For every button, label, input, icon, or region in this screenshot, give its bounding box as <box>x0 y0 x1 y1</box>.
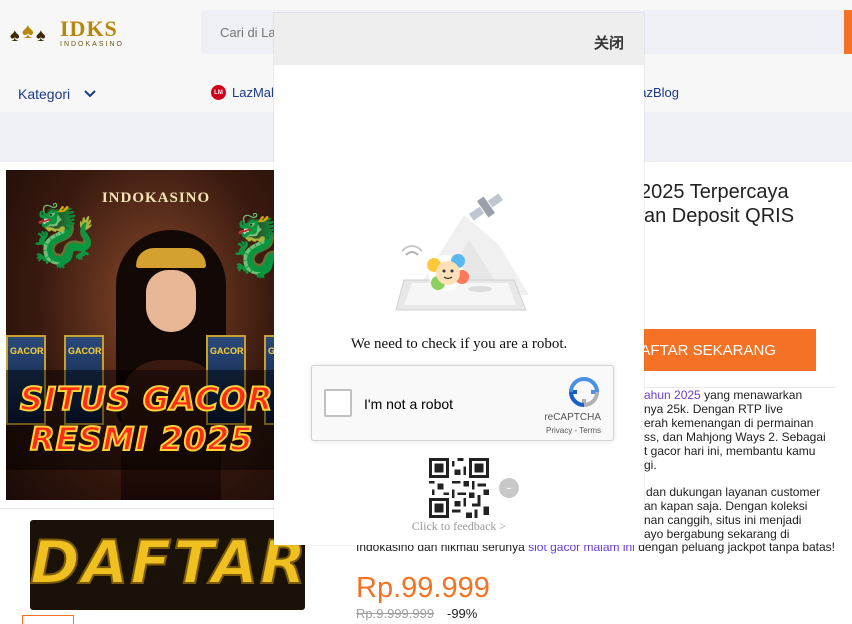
thumbnail-selected[interactable] <box>22 615 74 624</box>
description-line: ahun 2025 yang menawarkan <box>644 388 803 402</box>
slot-label: GACOR <box>68 346 102 356</box>
spade-logo-icon: ♠ ♠ ♠ <box>10 18 46 45</box>
chevron-down-icon <box>84 90 96 98</box>
product-image[interactable]: 🐉 🐉 INDOKASINO GACOR GACOR GACOR GACOR S… <box>6 170 306 500</box>
image-headline-2: RESMI 2025 <box>29 419 254 459</box>
logo-brand: IDKS <box>60 16 118 41</box>
site-logo[interactable]: ♠ ♠ ♠ IDKS INDOKASINO <box>10 16 150 50</box>
description-line: an kapan saja. Dengan koleksi <box>644 499 808 513</box>
nav-link-lazmall-label: LazMall <box>232 85 277 100</box>
original-price: Rp.9.999.999 <box>356 606 435 621</box>
slot-label: GACOR <box>210 346 244 356</box>
description-line: nya 25k. Dengan RTP live <box>644 402 783 416</box>
recaptcha-label: I'm not a robot <box>364 396 454 412</box>
product-title-line-2: an Deposit QRIS <box>644 205 795 227</box>
recaptcha-logo-icon <box>568 377 600 408</box>
description-line: erah kemenangan di permainan <box>644 416 814 430</box>
discount-badge: -99% <box>447 606 478 621</box>
product-price: Rp.99.999 <box>356 572 490 604</box>
modal-header: 关闭 <box>274 13 644 65</box>
description-line: ss, dan Mahjong Ways 2. Sebagai <box>644 430 826 444</box>
category-dropdown[interactable]: Kategori <box>18 86 96 102</box>
dragon-icon: 🐉 <box>26 202 101 269</box>
description-line: gi. <box>644 458 657 472</box>
daftar-banner-text: DAFTAR <box>30 527 305 599</box>
description-line: t gacor hari ini, membantu kamu <box>644 444 816 458</box>
daftar-banner[interactable]: DAFTAR <box>30 520 305 610</box>
nav-link-lazmall[interactable]: LM LazMall <box>211 85 277 100</box>
description-line: dan dukungan layanan customer <box>646 485 821 499</box>
product-title-line-1: 2025 Terpercaya <box>640 181 789 203</box>
recaptcha-widget: I'm not a robot reCAPTCHA Privacy - Term… <box>311 365 614 441</box>
recaptcha-links[interactable]: Privacy - Terms <box>521 426 601 435</box>
slot-label: GACOR <box>10 346 44 356</box>
image-headline-1: SITUS GACOR <box>19 379 274 419</box>
category-label: Kategori <box>18 86 71 102</box>
captcha-modal: 关闭 We need to check if you are a robot. … <box>274 13 644 545</box>
logo-wordmark: IDKS INDOKASINO <box>60 16 124 49</box>
image-brand-text: INDOKASINO <box>101 190 211 206</box>
description-link[interactable]: ahun 2025 <box>644 388 701 402</box>
recaptcha-brand: reCAPTCHA <box>544 412 601 423</box>
close-button[interactable]: 关闭 <box>594 32 624 53</box>
search-button[interactable] <box>844 10 852 54</box>
robot-check-message: We need to check if you are a robot. <box>350 336 568 352</box>
lazmall-icon: LM <box>211 85 226 100</box>
feedback-link[interactable]: Click to feedback > <box>274 519 644 534</box>
collapse-button[interactable]: - <box>499 478 519 498</box>
description-line: nan canggih, situs ini menjadi <box>644 513 802 527</box>
recaptcha-checkbox[interactable] <box>324 389 352 417</box>
qr-code-icon <box>429 458 489 518</box>
logo-tagline: INDOKASINO <box>60 41 124 48</box>
description-line: ayo bergabung sekarang di <box>644 527 790 541</box>
robot-check-illustration <box>395 193 529 311</box>
